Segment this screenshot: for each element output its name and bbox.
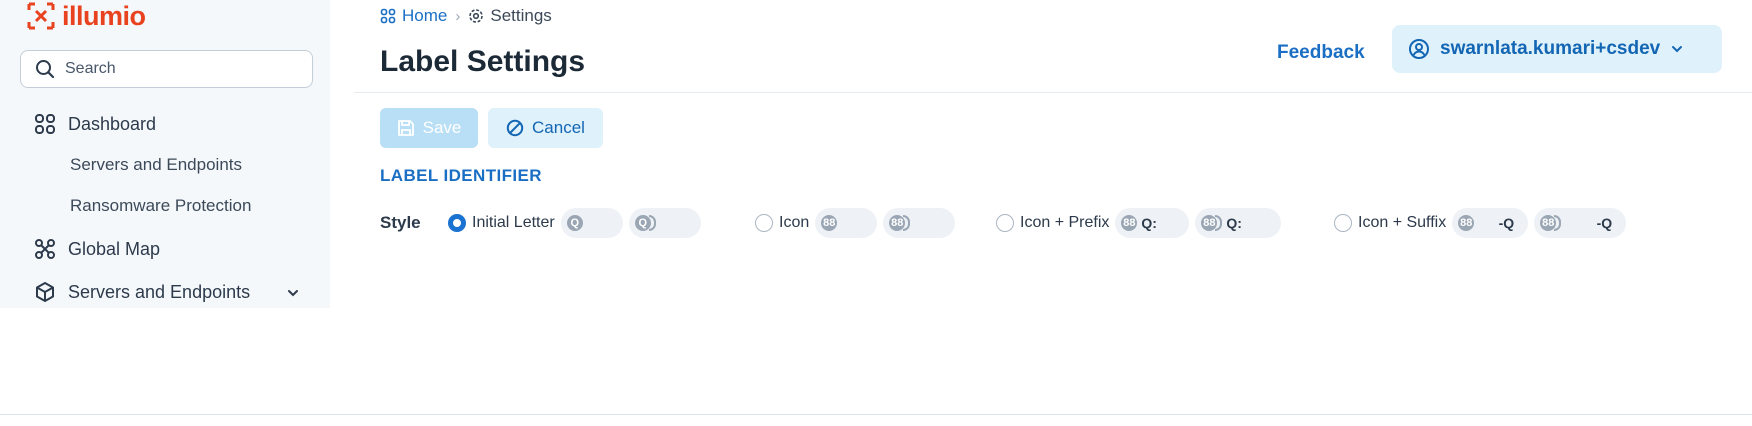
option-label: Icon + Suffix	[1358, 214, 1447, 231]
bottom-divider	[0, 414, 1752, 415]
chevron-down-icon[interactable]	[286, 286, 300, 300]
search-input[interactable]: Search	[20, 50, 313, 88]
style-option-icon-prefix[interactable]: Icon + Prefix 88 Q: 88 Q:	[996, 208, 1282, 238]
initial-letter-icon: Q	[566, 215, 583, 231]
brand-logo[interactable]: illumio	[26, 0, 146, 32]
breadcrumb-home-label: Home	[402, 6, 448, 25]
cancel-button[interactable]: Cancel	[488, 108, 603, 148]
breadcrumb-current-label: Settings	[490, 6, 552, 25]
sidebar-item-servers-endpoints[interactable]: Servers and Endpoints	[34, 281, 250, 303]
gear-icon	[469, 9, 484, 23]
brand-name: illumio	[62, 1, 146, 31]
user-name: swarnlata.kumari+csdev	[1440, 38, 1661, 59]
option-label: Icon	[779, 214, 810, 231]
sidebar-item-dashboard[interactable]: Dashboard	[34, 113, 156, 135]
radio-icon[interactable]	[755, 214, 773, 232]
cube-icon	[36, 282, 54, 302]
sidebar-item-label: Global Map	[68, 238, 161, 259]
style-option-initial-letter[interactable]: Initial Letter Q Q	[448, 208, 701, 238]
sidebar-item-label: Dashboard	[68, 113, 157, 134]
chevron-down-icon	[1672, 46, 1683, 53]
style-row: Style Initial Letter Q Q Icon 88 88 Icon…	[380, 208, 1680, 238]
user-avatar-icon	[1409, 39, 1429, 59]
prefix-text: Q:	[1226, 215, 1242, 231]
label-type-icon: 88	[821, 215, 838, 231]
search-icon	[36, 60, 55, 79]
section-title: LABEL IDENTIFIER	[380, 166, 542, 185]
preview-pill: 88 -Q	[1534, 208, 1627, 238]
option-label: Icon + Prefix	[1020, 214, 1110, 231]
preview-pill: 88	[883, 208, 956, 238]
prefix-text: Q:	[1141, 215, 1157, 231]
logo-icon	[27, 2, 55, 30]
preview-pill: Q	[628, 208, 701, 238]
style-option-icon-suffix[interactable]: Icon + Suffix 88 -Q 88 -Q	[1334, 208, 1627, 238]
breadcrumb: Home › Settings	[380, 6, 552, 26]
style-label: Style	[380, 213, 421, 232]
global-map-icon	[35, 239, 55, 259]
sidebar-item-label: Servers and Endpoints	[68, 281, 251, 302]
label-type-icon: 88	[1458, 215, 1475, 231]
save-button[interactable]: Save	[380, 108, 478, 148]
preview-pill: 88 -Q	[1452, 208, 1529, 238]
radio-icon-prefix[interactable]	[996, 214, 1014, 232]
save-icon	[397, 120, 414, 136]
radio-initial-letter[interactable]	[448, 214, 466, 232]
style-option-icon[interactable]: Icon 88 88	[755, 208, 956, 238]
cancel-icon	[506, 119, 524, 137]
search-placeholder: Search	[65, 60, 116, 77]
radio-icon-suffix[interactable]	[1334, 214, 1352, 232]
option-label: Initial Letter	[472, 214, 555, 231]
feedback-link[interactable]: Feedback	[1277, 42, 1365, 64]
page-title: Label Settings	[380, 45, 586, 78]
sidebar-subitem-ransomware[interactable]: Ransomware Protection	[70, 196, 251, 216]
preview-pill: 88	[815, 208, 878, 238]
sidebar-subitem-servers-endpoints[interactable]: Servers and Endpoints	[70, 155, 242, 175]
label-type-icon: 88	[1121, 215, 1138, 231]
preview-pill: 88 Q:	[1115, 208, 1190, 238]
save-label: Save	[422, 118, 462, 137]
chevron-right-icon: ›	[455, 7, 461, 25]
user-menu-button[interactable]: swarnlata.kumari+csdev	[1392, 25, 1722, 73]
cancel-label: Cancel	[532, 118, 585, 137]
sidebar: illumio Search Dashboard Servers and End…	[0, 0, 330, 308]
header-divider	[354, 92, 1752, 93]
preview-pill: 88 Q:	[1195, 208, 1282, 238]
suffix-text: -Q	[1498, 215, 1515, 231]
preview-pill: Q	[560, 208, 623, 238]
dashboard-grid-icon	[35, 114, 55, 134]
breadcrumb-current: Settings	[468, 6, 552, 26]
dashboard-grid-icon	[380, 8, 396, 24]
sidebar-item-global-map[interactable]: Global Map	[34, 238, 160, 260]
suffix-text: -Q	[1596, 215, 1613, 231]
breadcrumb-home[interactable]: Home	[380, 6, 447, 26]
